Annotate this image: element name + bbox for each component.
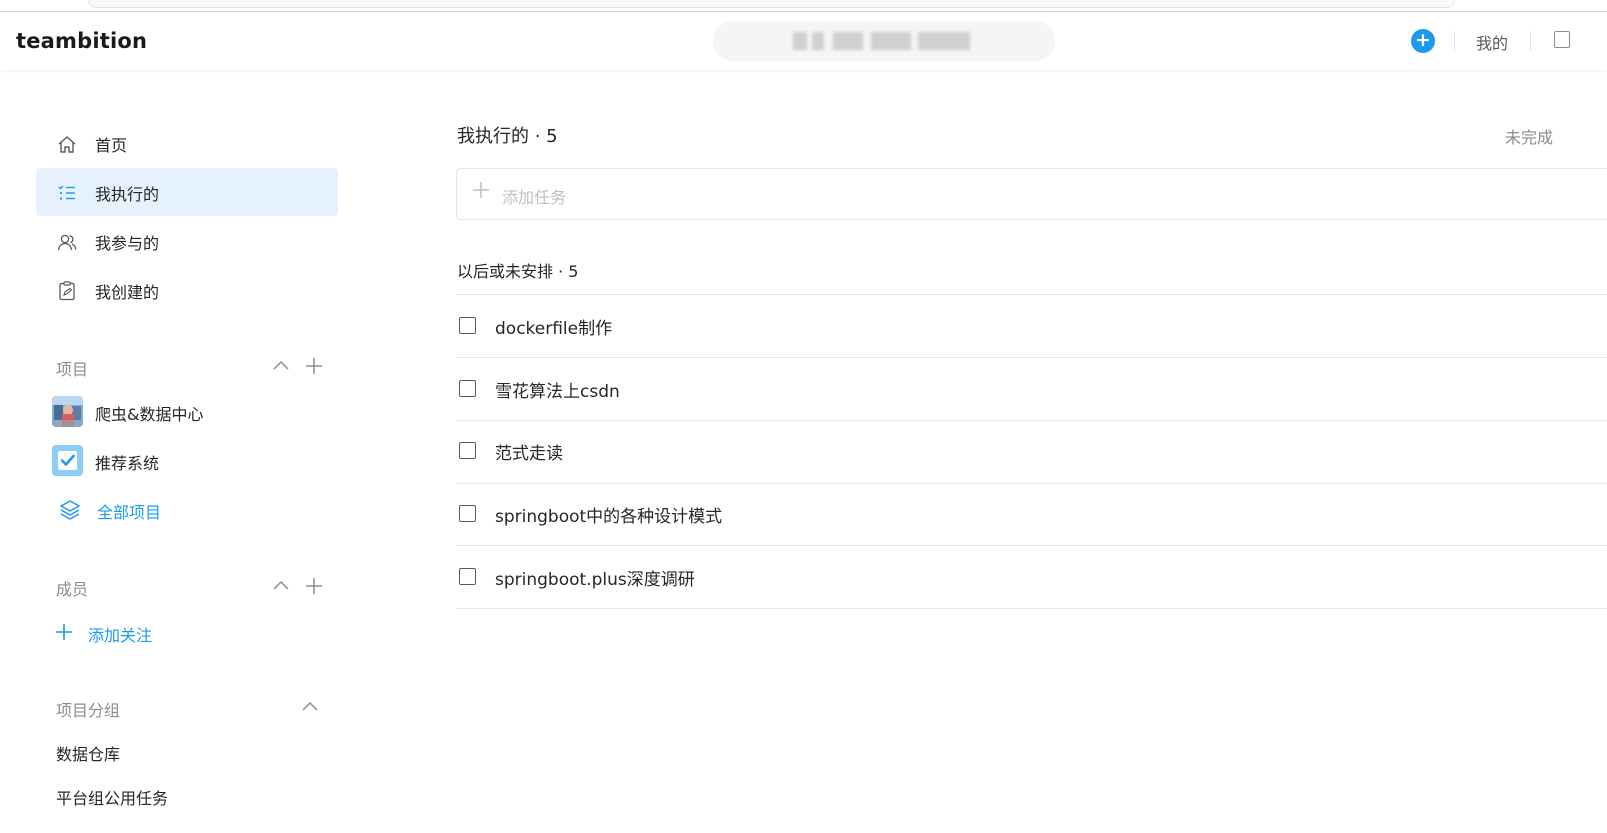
chevron-up-icon[interactable] (300, 697, 320, 717)
chevron-up-icon[interactable] (271, 576, 291, 596)
header-divider (1454, 31, 1455, 51)
mine-menu-link[interactable]: 我的 (1476, 30, 1508, 54)
sidebar-item-label: 我执行的 (95, 185, 160, 204)
sidebar-item-label: 首页 (95, 136, 128, 155)
plus-icon[interactable] (55, 623, 73, 641)
groups-section-title: 项目分组 (56, 701, 121, 720)
sidebar-item-my-tasks[interactable]: 我执行的 (36, 168, 338, 216)
task-row[interactable]: springboot.plus深度调研 (456, 546, 1607, 608)
all-projects-link[interactable]: 全部项目 (52, 494, 332, 528)
group-item[interactable]: 平台组公用任务 (56, 785, 168, 809)
all-projects-label: 全部项目 (97, 503, 162, 522)
task-title[interactable]: dockerfile制作 (495, 314, 612, 339)
app-header: teambition + 我的 (0, 12, 1607, 70)
sidebar-item-participated[interactable]: 我参与的 (36, 217, 338, 265)
task-title[interactable]: springboot.plus深度调研 (495, 565, 695, 590)
add-follow-link[interactable]: 添加关注 (88, 622, 152, 646)
task-checkbox[interactable] (459, 380, 476, 397)
task-list-icon (58, 185, 75, 200)
task-title[interactable]: 雪花算法上csdn (495, 377, 620, 402)
task-section-header: 以后或未安排 · 5 (457, 262, 579, 281)
sidebar-item-label: 我参与的 (95, 234, 160, 253)
header-divider (1530, 31, 1531, 51)
task-row[interactable]: springboot中的各种设计模式 (456, 483, 1607, 545)
project-avatar (52, 396, 83, 427)
group-item[interactable]: 数据仓库 (56, 741, 120, 765)
home-icon (58, 136, 76, 153)
project-item-recommend[interactable]: 推荐系统 (52, 445, 332, 479)
members-section-title: 成员 (56, 580, 89, 599)
users-icon (57, 234, 77, 251)
project-name: 爬虫&数据中心 (95, 405, 204, 424)
chevron-up-icon[interactable] (271, 356, 291, 376)
add-task-input[interactable]: 添加任务 (456, 168, 1607, 220)
add-task-placeholder: 添加任务 (502, 188, 567, 207)
task-row[interactable]: dockerfile制作 (456, 295, 1607, 357)
task-checkbox[interactable] (459, 505, 476, 522)
task-row[interactable]: 范式走读 (456, 420, 1607, 482)
project-item-crawler[interactable]: 爬虫&数据中心 (52, 396, 332, 430)
app-logo[interactable]: teambition (16, 29, 147, 53)
projects-section-title: 项目 (56, 360, 89, 379)
page-title: 我执行的 · 5 (457, 126, 558, 147)
project-avatar (52, 445, 83, 476)
task-checkbox[interactable] (459, 568, 476, 585)
quick-add-button[interactable]: + (1411, 29, 1435, 53)
sidebar-item-home[interactable]: 首页 (36, 119, 338, 167)
clipboard-icon (59, 281, 75, 301)
task-checkbox[interactable] (459, 442, 476, 459)
task-checkbox[interactable] (459, 317, 476, 334)
plus-icon (473, 182, 489, 198)
address-bar[interactable] (88, 0, 1455, 8)
sidebar-item-label: 我创建的 (95, 283, 160, 302)
add-member-icon[interactable] (304, 576, 324, 596)
global-search-bar[interactable] (713, 21, 1055, 61)
task-title[interactable]: 范式走读 (495, 439, 563, 464)
divider (456, 608, 1607, 609)
task-row[interactable]: 雪花算法上csdn (456, 358, 1607, 420)
task-title[interactable]: springboot中的各种设计模式 (495, 502, 722, 527)
browser-address-strip (0, 0, 1607, 12)
layers-icon (60, 500, 80, 520)
sidebar-item-created[interactable]: 我创建的 (36, 266, 338, 314)
calendar-icon[interactable] (1554, 31, 1570, 48)
project-name: 推荐系统 (95, 454, 160, 473)
add-project-icon[interactable] (304, 356, 324, 376)
status-filter[interactable]: 未完成 (1505, 124, 1553, 148)
